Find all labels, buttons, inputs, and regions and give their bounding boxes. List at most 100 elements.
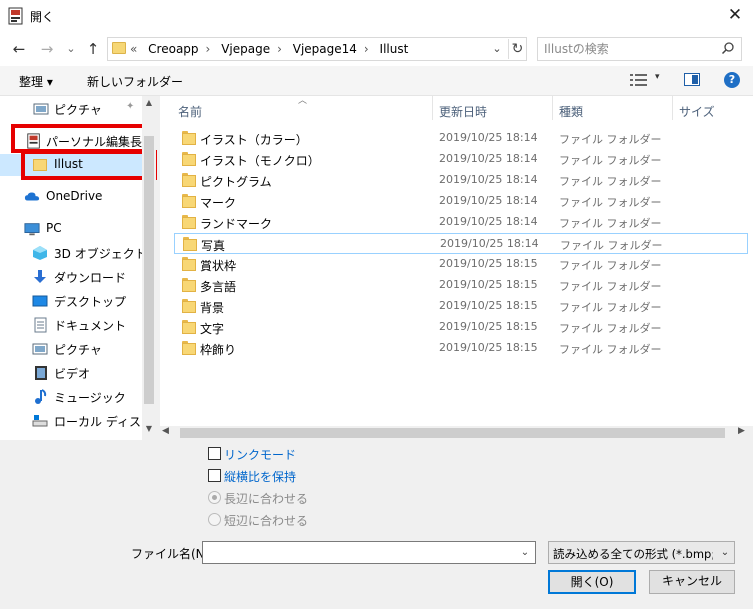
file-row[interactable]: イラスト（モノクロ） 2019/10/25 18:14 ファイル フォルダー: [174, 149, 748, 170]
sidebar-item-onedrive[interactable]: OneDrive: [0, 186, 142, 208]
scroll-right-icon[interactable]: ▶: [738, 426, 745, 436]
sort-ascending-icon: ︿: [298, 96, 308, 106]
keep-ratio-checkbox[interactable]: [208, 469, 221, 482]
folder-icon: [182, 278, 196, 292]
file-type: ファイル フォルダー: [559, 217, 662, 230]
close-button[interactable]: ✕: [722, 4, 748, 28]
filename-combobox: ⌄: [202, 541, 536, 564]
breadcrumb-overflow[interactable]: «: [130, 42, 137, 56]
file-type: ファイル フォルダー: [559, 133, 662, 146]
scroll-left-icon[interactable]: ◀: [162, 426, 169, 436]
folder-icon: [183, 237, 197, 251]
new-folder-button[interactable]: 新しいフォルダー: [87, 73, 183, 90]
chevron-down-icon[interactable]: ⌄: [488, 39, 506, 59]
pc-icon: [24, 223, 40, 236]
file-row[interactable]: マーク 2019/10/25 18:14 ファイル フォルダー: [174, 191, 748, 212]
breadcrumb-item[interactable]: Creoapp: [148, 42, 198, 56]
folder-icon: [182, 194, 196, 208]
file-row[interactable]: 賞状枠 2019/10/25 18:15 ファイル フォルダー: [174, 254, 748, 275]
sidebar-item-desktop[interactable]: デスクトップ: [0, 290, 142, 312]
link-mode-label[interactable]: リンクモード: [224, 446, 296, 463]
pictures-icon: [33, 103, 49, 115]
open-button[interactable]: 開く(O): [548, 570, 636, 594]
file-row[interactable]: ピクトグラム 2019/10/25 18:14 ファイル フォルダー: [174, 170, 748, 191]
keep-ratio-label[interactable]: 縦横比を保持: [224, 468, 296, 485]
column-size[interactable]: サイズ: [679, 103, 715, 120]
refresh-icon[interactable]: ↻: [508, 39, 526, 59]
file-name: 背景: [200, 301, 225, 315]
fit-short-radio[interactable]: [208, 513, 221, 526]
horizontal-scrollbar[interactable]: ◀ ▶: [160, 426, 753, 440]
file-row[interactable]: 写真 2019/10/25 18:14 ファイル フォルダー: [174, 233, 748, 254]
sidebar-item-3d-objects[interactable]: 3D オブジェクト: [0, 242, 147, 264]
sidebar-item-label: ダウンロード: [54, 271, 127, 285]
cloud-icon: [24, 192, 40, 201]
cancel-button[interactable]: キャンセル: [649, 570, 735, 594]
chevron-down-icon[interactable]: ▾: [655, 72, 660, 82]
scroll-up-icon[interactable]: ▲: [142, 98, 156, 112]
file-row[interactable]: 背景 2019/10/25 18:15 ファイル フォルダー: [174, 296, 748, 317]
sidebar-item-pictures[interactable]: ピクチャ: [0, 338, 142, 360]
link-mode-checkbox[interactable]: [208, 447, 221, 460]
preview-pane-icon[interactable]: [684, 73, 700, 86]
address-bar[interactable]: « Creoapp › Vjepage › Vjepage14 › Illust ⌄ …: [107, 37, 527, 61]
filetype-select[interactable]: 読み込める全ての形式 (*.bmp;*.c ⌄: [548, 541, 735, 564]
sidebar-item-local-disk[interactable]: ローカル ディスク (C: [0, 410, 156, 432]
file-row[interactable]: 枠飾り 2019/10/25 18:15 ファイル フォルダー: [174, 338, 748, 359]
vertical-scrollbar[interactable]: ▲ ▼: [142, 96, 156, 440]
sidebar-item-pictures-pinned[interactable]: ピクチャ ✦: [0, 98, 142, 120]
file-date: 2019/10/25 18:15: [439, 299, 538, 312]
breadcrumb-item[interactable]: Vjepage: [221, 42, 270, 56]
file-row[interactable]: イラスト（カラー） 2019/10/25 18:14 ファイル フォルダー: [174, 128, 748, 149]
up-arrow-icon[interactable]: ↑: [82, 38, 104, 60]
file-name: 多言語: [200, 280, 237, 294]
file-name: ピクトグラム: [200, 175, 272, 189]
file-row[interactable]: 文字 2019/10/25 18:15 ファイル フォルダー: [174, 317, 748, 338]
folder-icon: [182, 131, 196, 145]
file-row[interactable]: ランドマーク 2019/10/25 18:14 ファイル フォルダー: [174, 212, 748, 233]
scroll-down-icon[interactable]: ▼: [142, 424, 156, 438]
column-type[interactable]: 種類: [559, 103, 583, 120]
breadcrumb-item[interactable]: Vjepage14: [293, 42, 357, 56]
sidebar-item-label: デスクトップ: [54, 295, 127, 309]
sidebar-item-label: 3D オブジェクト: [54, 247, 147, 261]
sidebar-item-label: ピクチャ: [54, 343, 102, 357]
file-list: ︿ 名前 更新日時 種類 サイズ イラスト（カラー） 2019/10/25 18:…: [160, 96, 753, 426]
scroll-thumb[interactable]: [144, 136, 154, 404]
column-date[interactable]: 更新日時: [439, 103, 487, 120]
sidebar-item-downloads[interactable]: ダウンロード: [0, 266, 142, 288]
folder-icon: [182, 257, 196, 271]
sidebar-item-videos[interactable]: ビデオ: [0, 362, 142, 384]
file-name: 枠飾り: [200, 343, 237, 357]
filename-input[interactable]: [207, 545, 507, 560]
filetype-value: 読み込める全ての形式 (*.bmp;*.c: [553, 547, 713, 561]
fit-long-radio[interactable]: [208, 491, 221, 504]
file-type: ファイル フォルダー: [559, 301, 662, 314]
file-date: 2019/10/25 18:14: [440, 237, 539, 250]
folder-icon: [182, 341, 196, 355]
column-name[interactable]: 名前: [178, 103, 202, 120]
sidebar-item-pc[interactable]: PC: [0, 218, 142, 240]
file-name: 文字: [200, 322, 225, 336]
file-row[interactable]: 多言語 2019/10/25 18:15 ファイル フォルダー: [174, 275, 748, 296]
sidebar-item-music[interactable]: ミュージック: [0, 386, 142, 408]
back-arrow-icon[interactable]: ←: [8, 38, 30, 60]
file-date: 2019/10/25 18:15: [439, 278, 538, 291]
organize-button[interactable]: 整理 ▾: [19, 73, 53, 90]
chevron-down-icon[interactable]: ⌄: [717, 544, 733, 562]
sidebar-item-documents[interactable]: ドキュメント: [0, 314, 142, 336]
file-type: ファイル フォルダー: [560, 239, 663, 252]
file-date: 2019/10/25 18:14: [439, 152, 538, 165]
recent-locations-icon[interactable]: ⌄: [60, 38, 82, 60]
scroll-thumb[interactable]: [180, 428, 725, 438]
chevron-down-icon[interactable]: ⌄: [517, 544, 533, 562]
search-icon[interactable]: [721, 41, 737, 57]
forward-arrow-icon[interactable]: →: [36, 38, 58, 60]
pin-icon[interactable]: ✦: [126, 101, 134, 112]
command-bar: 整理 ▾ 新しいフォルダー ▾ ?: [0, 66, 753, 96]
breadcrumb-item[interactable]: Illust: [380, 42, 409, 56]
search-input[interactable]: [544, 41, 714, 57]
view-options-icon[interactable]: [630, 73, 650, 87]
help-icon[interactable]: ?: [724, 72, 740, 88]
file-name: イラスト（カラー）: [200, 133, 308, 147]
